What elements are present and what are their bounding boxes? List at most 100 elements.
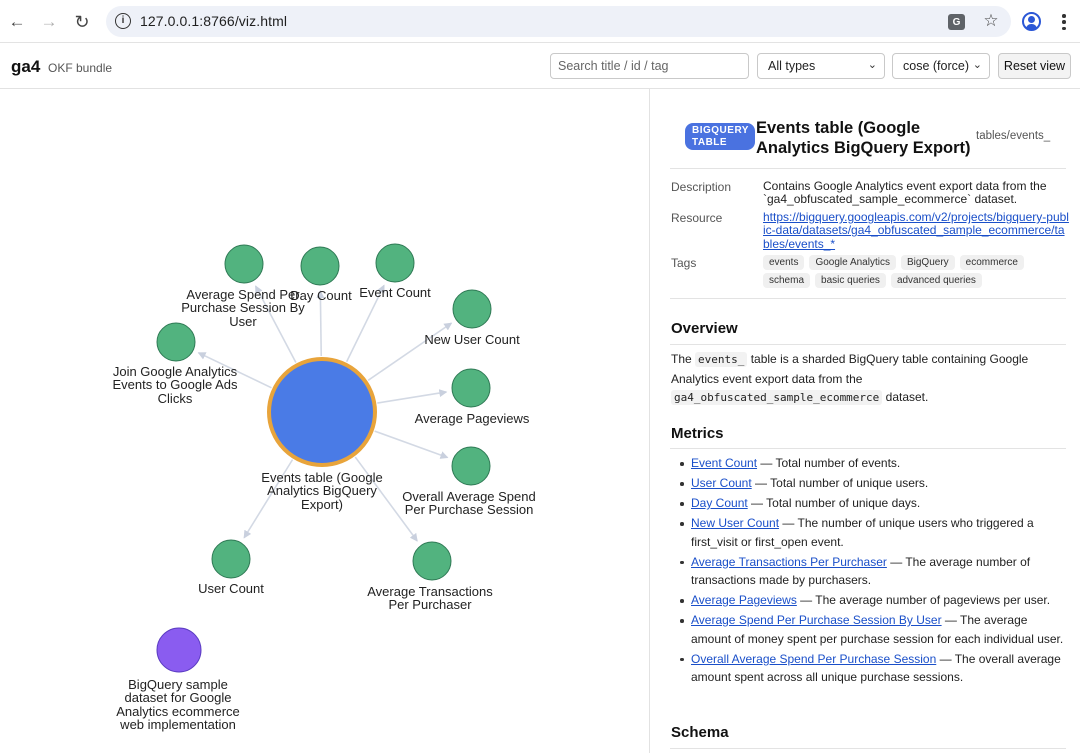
graph-node-label: Day Count bbox=[290, 288, 352, 303]
graph-node-label-line: Day Count bbox=[290, 288, 352, 303]
tag-chip: advanced queries bbox=[890, 273, 982, 288]
graph-node-metric[interactable] bbox=[224, 244, 264, 284]
resource-link[interactable]: https://bigquery.googleapis.com/v2/proje… bbox=[763, 210, 1069, 251]
graph-node-metric[interactable] bbox=[375, 243, 415, 283]
graph-node-metric[interactable] bbox=[451, 368, 491, 408]
tag-chip: events bbox=[763, 255, 805, 270]
profile-icon[interactable] bbox=[1022, 12, 1041, 31]
graph-node-label-line: Per Purchaser bbox=[388, 597, 472, 613]
graph-node-label-line: New User Count bbox=[424, 332, 520, 347]
type-filter-value: All types bbox=[768, 59, 816, 73]
graph-node-label-line: Clicks bbox=[157, 390, 193, 406]
reset-view-button[interactable]: Reset view bbox=[998, 53, 1071, 79]
graph-node-label: Events table (Google Analytics BigQuery Ex… bbox=[261, 471, 382, 511]
graph-canvas[interactable]: Average Spend Per Purchase Session By User… bbox=[0, 89, 649, 753]
graph-node-metric[interactable] bbox=[451, 446, 491, 486]
tags-label: Tags bbox=[671, 256, 697, 270]
graph-node-metric[interactable] bbox=[300, 246, 340, 286]
metric-description: — Total number of unique days. bbox=[747, 496, 921, 510]
graph-node-label: New User Count bbox=[424, 332, 520, 347]
graph-svg bbox=[156, 243, 492, 673]
graph-node-label: Event Count bbox=[359, 285, 431, 300]
metric-link[interactable]: Average Spend Per Purchase Session By Us… bbox=[691, 613, 942, 627]
graph-node-center[interactable] bbox=[267, 357, 377, 467]
metric-link[interactable]: Average Pageviews bbox=[691, 593, 797, 607]
graph-node-label-line: User Count bbox=[198, 581, 264, 596]
graph-node-label-line: Export) bbox=[301, 496, 343, 512]
bundle-subtitle: OKF bundle bbox=[48, 61, 113, 75]
metrics-list: Event Count — Total number of events. Use… bbox=[680, 454, 1068, 688]
divider bbox=[670, 344, 1066, 345]
overview-text: The bbox=[671, 352, 696, 366]
metrics-heading: Metrics bbox=[671, 425, 724, 442]
bookmark-star-icon[interactable]: ☆ bbox=[982, 11, 1000, 30]
type-badge: BIGQUERY TABLE bbox=[685, 123, 755, 150]
overview-text: dataset. bbox=[882, 390, 929, 404]
graph-node-label: User Count bbox=[198, 581, 264, 596]
graph-node-label-line: Event Count bbox=[359, 285, 431, 300]
graph-node-metric[interactable] bbox=[211, 539, 251, 579]
description-value: Contains Google Analytics event export d… bbox=[763, 179, 1047, 207]
site-info-icon[interactable]: i bbox=[115, 13, 131, 29]
chevron-down-icon: ⌄ bbox=[867, 59, 877, 71]
description-label: Description bbox=[671, 180, 732, 194]
metric-description: — Total number of unique users. bbox=[751, 476, 929, 490]
metric-item: Average Pageviews — The average number o… bbox=[680, 591, 1068, 610]
metric-link[interactable]: Event Count bbox=[691, 456, 757, 470]
tag-chip: basic queries bbox=[815, 273, 886, 288]
tag-chip: BigQuery bbox=[900, 255, 955, 270]
graph-node-label-line: Average Spend Per bbox=[186, 287, 300, 302]
divider bbox=[670, 168, 1066, 169]
metric-link[interactable]: New User Count bbox=[691, 516, 779, 530]
badge-line-2: TABLE bbox=[692, 136, 728, 148]
url-text: 127.0.0.1:8766/viz.html bbox=[140, 13, 288, 29]
layout-select[interactable]: cose (force) ⌄ bbox=[892, 53, 990, 79]
metric-item: Event Count — Total number of events. bbox=[680, 454, 1068, 473]
graph-node-label-line: dataset for Google bbox=[124, 690, 232, 706]
metric-item: Average Transactions Per Purchaser — The… bbox=[680, 553, 1068, 590]
graph-node-label-line: web implementation bbox=[120, 716, 236, 732]
metric-description: — The average number of pageviews per us… bbox=[796, 593, 1051, 607]
graph-node-label-line: Analytics ecommerce bbox=[116, 703, 240, 719]
inline-code: events_ bbox=[695, 352, 748, 367]
inline-code: ga4_obfuscated_sample_ecommerce bbox=[671, 390, 883, 405]
metric-link[interactable]: User Count bbox=[691, 476, 752, 490]
graph-edge bbox=[374, 430, 449, 459]
graph-node-label-line: Events to Google Ads bbox=[112, 377, 238, 393]
graph-node-label: Overall Average Spend Per Purchase Sessio… bbox=[402, 490, 535, 517]
badge-line-1: BIGQUERY bbox=[692, 125, 749, 136]
resource-link-wrap: https://bigquery.googleapis.com/v2/proje… bbox=[763, 210, 1069, 251]
metric-link[interactable]: Average Transactions Per Purchaser bbox=[691, 555, 887, 569]
graph-node-metric[interactable] bbox=[156, 322, 196, 362]
translate-icon[interactable]: G bbox=[948, 14, 965, 30]
kebab-menu-icon[interactable] bbox=[1058, 12, 1070, 32]
graph-node-dataset[interactable] bbox=[156, 627, 202, 673]
graph-node-label-line: Purchase Session By bbox=[181, 300, 305, 316]
reload-icon[interactable]: ↻ bbox=[69, 9, 95, 35]
graph-node-label-line: Join Google Analytics bbox=[112, 364, 238, 379]
schema-heading: Schema bbox=[671, 724, 729, 741]
panel-title: Events table (Google Analytics BigQuery … bbox=[756, 119, 971, 157]
tag-chip: ecommerce bbox=[959, 255, 1024, 270]
graph-node-label-line: User bbox=[229, 313, 257, 329]
graph-node-label-line: Overall Average Spend bbox=[402, 489, 536, 504]
metric-item: User Count — Total number of unique user… bbox=[680, 474, 1068, 493]
type-filter-select[interactable]: All types ⌄ bbox=[757, 53, 885, 79]
graph-node-label: Join Google Analytics Events to Google Ad… bbox=[112, 365, 237, 405]
graph-node-label-line: BigQuery sample bbox=[128, 677, 228, 692]
graph-node-label: Average Transactions Per Purchaser bbox=[367, 585, 493, 612]
metric-link[interactable]: Overall Average Spend Per Purchase Sessi… bbox=[691, 652, 936, 666]
address-bar[interactable]: i 127.0.0.1:8766/viz.html G ☆ bbox=[106, 6, 1011, 37]
graph-node-label-line: Analytics BigQuery bbox=[267, 483, 377, 499]
divider bbox=[670, 448, 1066, 449]
metric-item: Average Spend Per Purchase Session By Us… bbox=[680, 611, 1068, 648]
graph-node-metric[interactable] bbox=[452, 289, 492, 329]
graph-node-label-line: Average Transactions bbox=[367, 584, 493, 599]
metric-item: New User Count — The number of unique us… bbox=[680, 514, 1068, 551]
app-header: ga4 OKF bundle All types ⌄ cose (force) … bbox=[0, 43, 1080, 89]
back-arrow-icon[interactable]: ← bbox=[4, 9, 30, 35]
forward-arrow-icon[interactable]: → bbox=[36, 9, 62, 35]
graph-node-metric[interactable] bbox=[412, 541, 452, 581]
metric-link[interactable]: Day Count bbox=[691, 496, 748, 510]
search-input[interactable] bbox=[550, 53, 749, 79]
